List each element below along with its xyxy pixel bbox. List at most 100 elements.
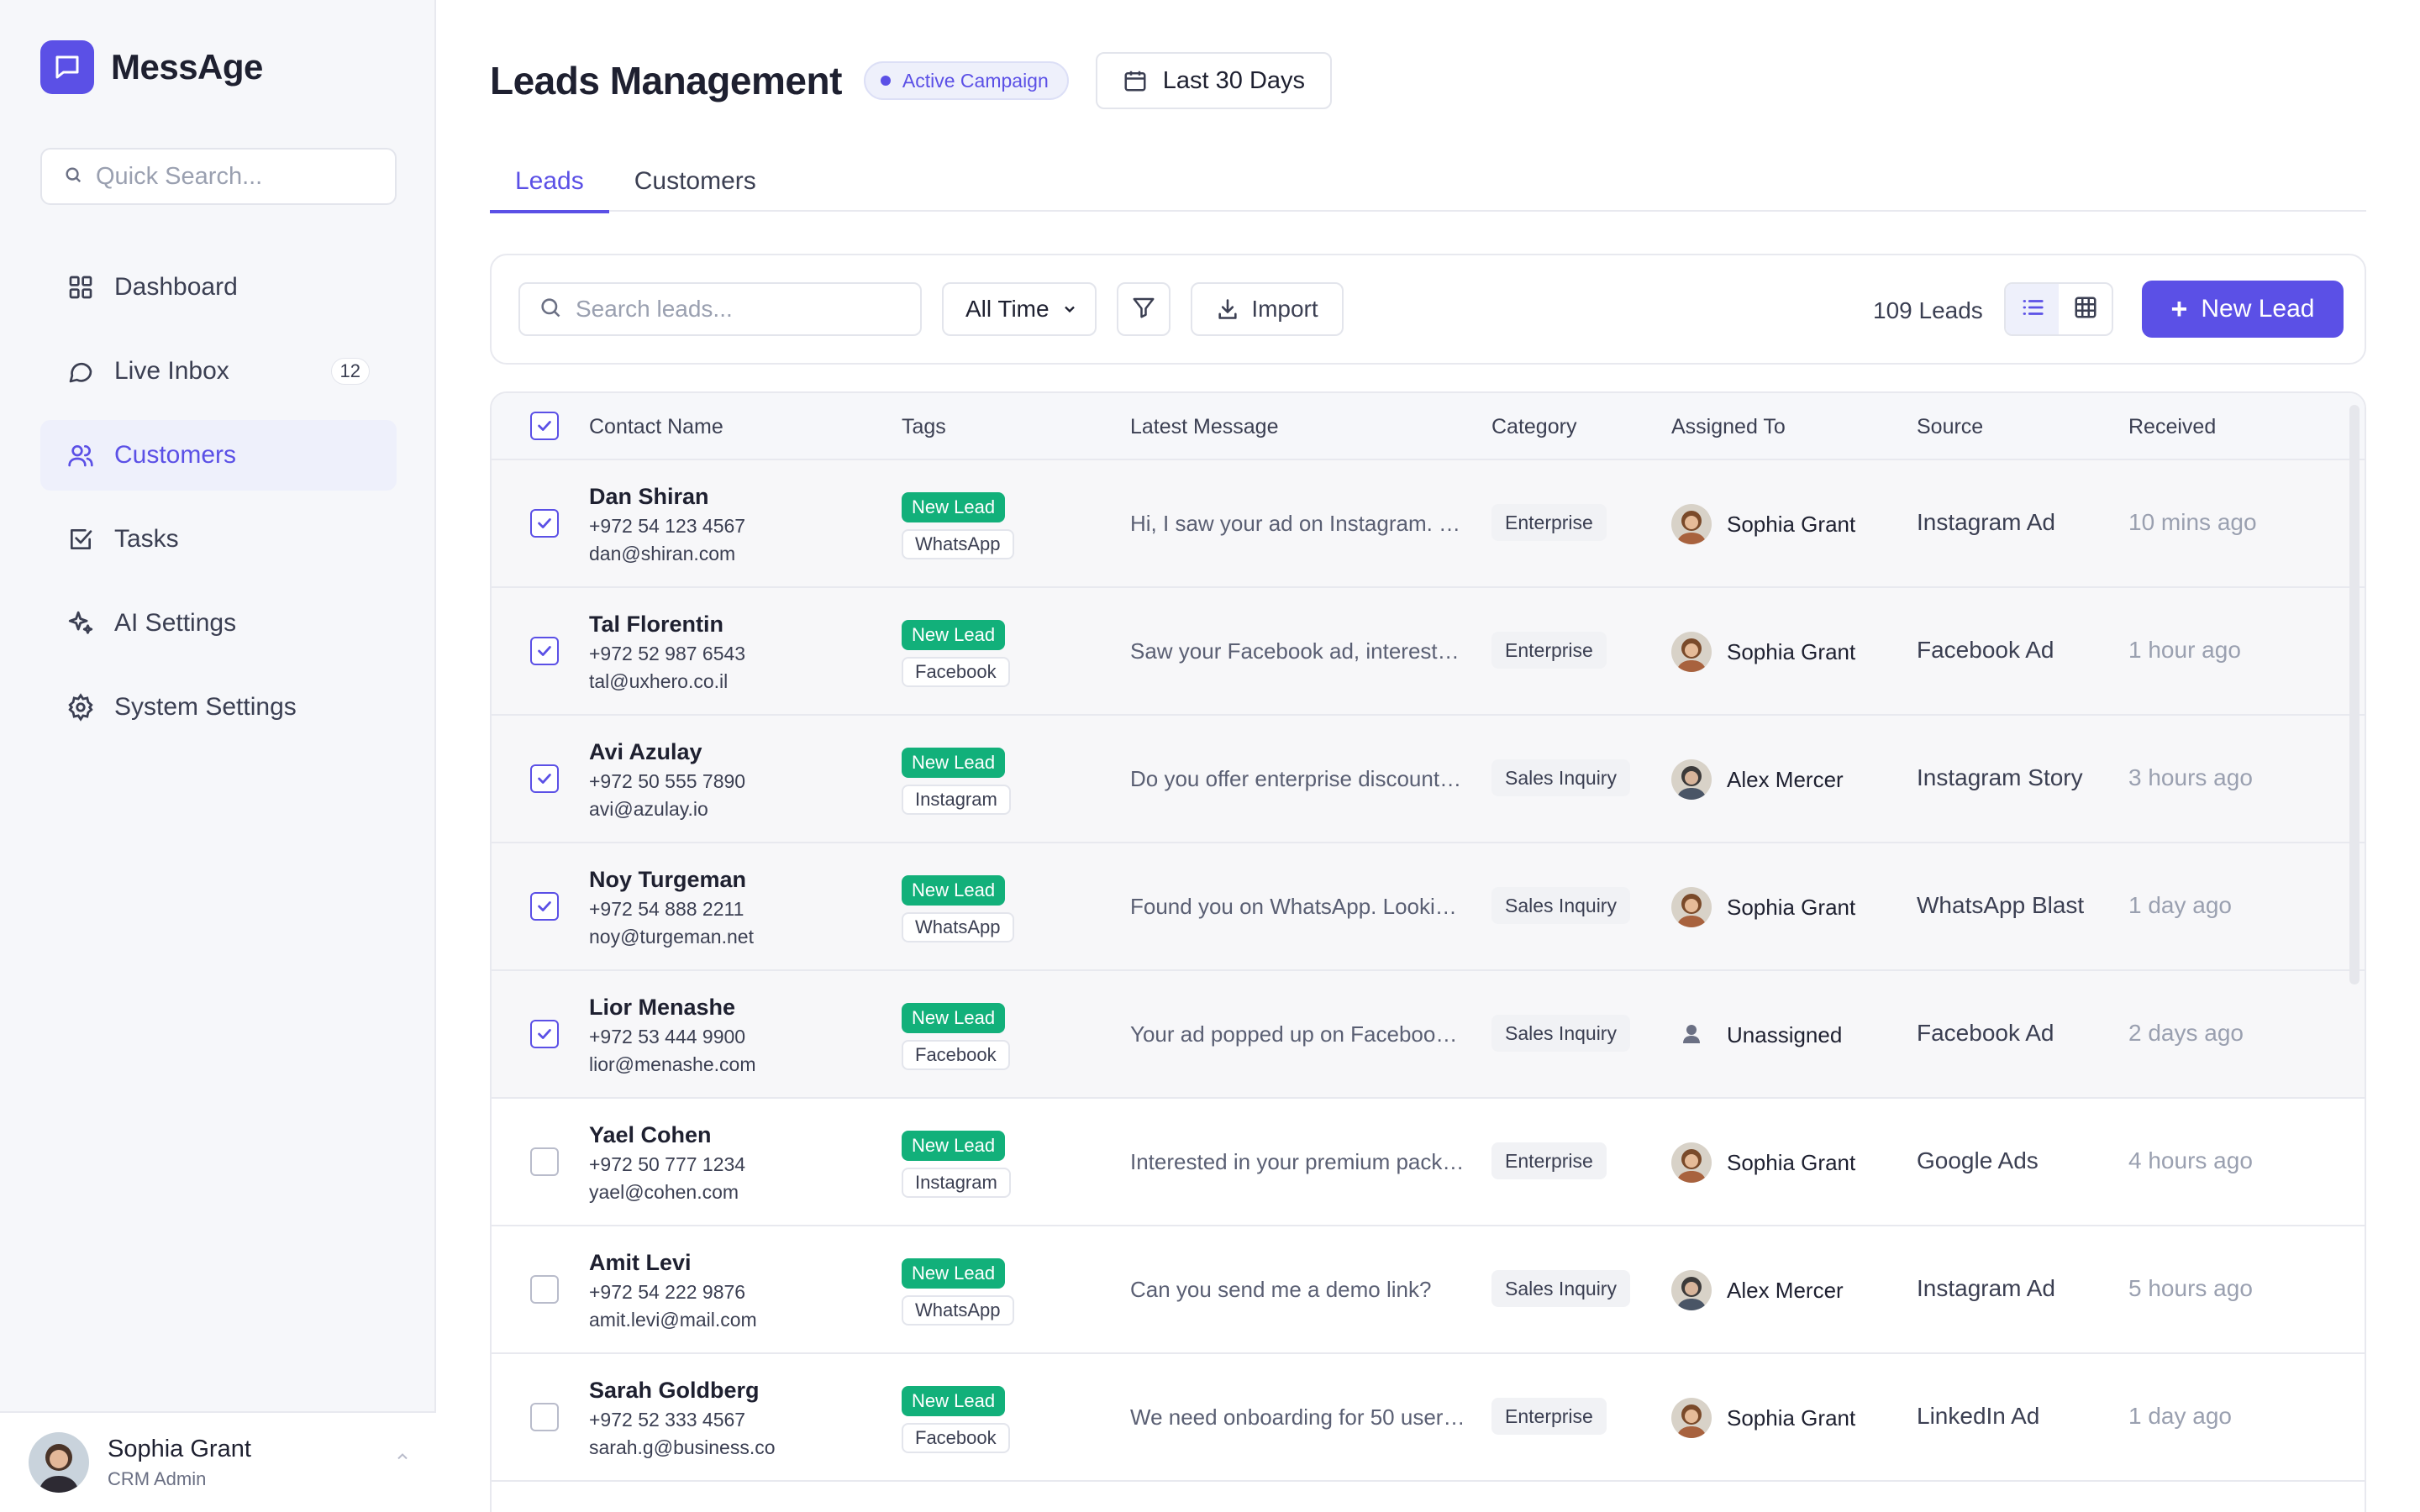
lead-source: WhatsApp Blast bbox=[1917, 892, 2085, 918]
contact-name[interactable]: Noy Turgeman bbox=[589, 867, 754, 893]
select-all-checkbox[interactable] bbox=[530, 412, 559, 440]
sidebar-item-customers[interactable]: Customers bbox=[40, 420, 397, 491]
column-header-tags[interactable]: Tags bbox=[902, 415, 946, 439]
contact-name[interactable]: Avi Azulay bbox=[589, 739, 745, 765]
table-row[interactable]: Amit Levi +972 54 222 9876 amit.levi@mail.… bbox=[492, 1226, 2365, 1354]
assignee-cell[interactable]: Alex Mercer bbox=[1671, 1270, 1844, 1310]
date-range-button[interactable]: Last 30 Days bbox=[1095, 52, 1333, 109]
sidebar-item-tasks[interactable]: Tasks bbox=[40, 504, 397, 575]
assignee-cell[interactable]: Sophia Grant bbox=[1671, 1398, 1855, 1438]
contact-email: dan@shiran.com bbox=[589, 543, 736, 564]
leads-toolbar: All Time Import 109 Leads bbox=[490, 254, 2366, 365]
contact-name[interactable]: Sarah Goldberg bbox=[589, 1378, 776, 1404]
row-checkbox[interactable] bbox=[530, 509, 559, 538]
assignee-cell[interactable]: Sophia Grant bbox=[1671, 632, 1855, 672]
new-lead-tag: New Lead bbox=[902, 875, 1006, 906]
app-logo[interactable]: MessAge bbox=[40, 40, 263, 94]
row-checkbox[interactable] bbox=[530, 1275, 559, 1304]
lead-source: Instagram Story bbox=[1917, 764, 2083, 790]
grid-icon bbox=[66, 272, 96, 302]
lead-source: Facebook Ad bbox=[1917, 637, 2054, 663]
contact-name[interactable]: Yael Cohen bbox=[589, 1122, 745, 1148]
filter-icon bbox=[1131, 295, 1156, 324]
channel-tag: WhatsApp bbox=[902, 912, 1014, 942]
sidebar-item-live-inbox[interactable]: Live Inbox 12 bbox=[40, 336, 397, 407]
tab-customers[interactable]: Customers bbox=[609, 151, 781, 212]
table-row[interactable]: Avi Azulay +972 50 555 7890 avi@azulay.io N… bbox=[492, 716, 2365, 843]
column-header-source[interactable]: Source bbox=[1917, 415, 1983, 439]
lead-search[interactable] bbox=[518, 282, 922, 336]
view-toggle bbox=[2004, 282, 2113, 336]
contact-phone: +972 52 987 6543 bbox=[589, 643, 746, 664]
scrollbar[interactable] bbox=[2349, 405, 2360, 984]
assignee-cell[interactable]: Sophia Grant bbox=[1671, 1142, 1855, 1183]
new-lead-tag: New Lead bbox=[902, 492, 1006, 522]
contact-name[interactable]: Dan Shiran bbox=[589, 484, 745, 510]
row-checkbox[interactable] bbox=[530, 637, 559, 665]
assignee-cell[interactable]: Unassigned bbox=[1671, 1015, 1842, 1055]
tab-leads[interactable]: Leads bbox=[490, 151, 609, 213]
column-header-assigned[interactable]: Assigned To bbox=[1671, 415, 1786, 439]
table-row[interactable]: Sarah Goldberg +972 52 333 4567 sarah.g@bu… bbox=[492, 1354, 2365, 1482]
contact-phone: +972 53 444 9900 bbox=[589, 1026, 746, 1047]
quick-search-input[interactable] bbox=[96, 162, 365, 191]
assignee-name: Sophia Grant bbox=[1727, 511, 1856, 537]
sidebar-item-ai-settings[interactable]: AI Settings bbox=[40, 588, 397, 659]
column-header-message[interactable]: Latest Message bbox=[1130, 415, 1279, 439]
avatar bbox=[29, 1432, 89, 1493]
row-checkbox[interactable] bbox=[530, 892, 559, 921]
table-row[interactable]: Tal Florentin +972 52 987 6543 tal@uxhero.… bbox=[492, 588, 2365, 716]
column-header-contact[interactable]: Contact Name bbox=[589, 415, 723, 439]
lead-source: LinkedIn Ad bbox=[1917, 1403, 2040, 1429]
row-checkbox[interactable] bbox=[530, 764, 559, 793]
received-time: 3 hours ago bbox=[2128, 764, 2253, 790]
time-filter-value: All Time bbox=[965, 296, 1050, 322]
sidebar-item-label: Tasks bbox=[114, 525, 179, 553]
received-time: 10 mins ago bbox=[2128, 509, 2257, 535]
download-icon bbox=[1216, 297, 1239, 321]
contact-email: noy@turgeman.net bbox=[589, 926, 754, 948]
received-time: 1 hour ago bbox=[2128, 637, 2241, 663]
filter-button[interactable] bbox=[1117, 282, 1171, 336]
latest-message: Can you send me a demo link? bbox=[1130, 1277, 1432, 1302]
time-filter-dropdown[interactable]: All Time bbox=[942, 282, 1097, 336]
new-lead-button[interactable]: + New Lead bbox=[2142, 281, 2344, 338]
user-profile-card[interactable]: Sophia Grant CRM Admin bbox=[0, 1411, 436, 1512]
import-button[interactable]: Import bbox=[1191, 282, 1344, 336]
contact-name[interactable]: Tal Florentin bbox=[589, 612, 745, 638]
search-input[interactable] bbox=[576, 296, 895, 323]
table-row[interactable]: Noy Turgeman +972 54 888 2211 noy@turgeman… bbox=[492, 843, 2365, 971]
sidebar-item-system-settings[interactable]: System Settings bbox=[40, 672, 397, 743]
quick-search[interactable] bbox=[40, 148, 397, 205]
row-checkbox[interactable] bbox=[530, 1147, 559, 1176]
latest-message: Hi, I saw your ad on Instagram. Ca... bbox=[1130, 511, 1466, 536]
received-time: 1 day ago bbox=[2128, 1403, 2232, 1429]
assignee-cell[interactable]: Sophia Grant bbox=[1671, 504, 1855, 544]
assignee-cell[interactable]: Sophia Grant bbox=[1671, 887, 1855, 927]
row-checkbox[interactable] bbox=[530, 1403, 559, 1431]
list-view-button[interactable] bbox=[2006, 284, 2059, 334]
page-header: Leads Management Active Campaign Last 30… bbox=[490, 52, 1333, 109]
contact-phone: +972 52 333 4567 bbox=[589, 1409, 746, 1431]
leads-table: Contact Name Tags Latest Message Categor… bbox=[490, 391, 2366, 1512]
column-header-received[interactable]: Received bbox=[2128, 415, 2216, 439]
avatar bbox=[1671, 1398, 1712, 1438]
channel-tag: Facebook bbox=[902, 1040, 1010, 1070]
row-checkbox[interactable] bbox=[530, 1020, 559, 1048]
lead-source: Instagram Ad bbox=[1917, 1275, 2055, 1301]
assignee-cell[interactable]: Alex Mercer bbox=[1671, 759, 1844, 800]
app-name: MessAge bbox=[111, 47, 263, 87]
campaign-status-badge: Active Campaign bbox=[863, 61, 1069, 100]
contact-name[interactable]: Amit Levi bbox=[589, 1250, 757, 1276]
grid-view-button[interactable] bbox=[2059, 284, 2112, 334]
contact-name[interactable]: Lior Menashe bbox=[589, 995, 755, 1021]
lead-source: Instagram Ad bbox=[1917, 509, 2055, 535]
user-name: Sophia Grant bbox=[108, 1435, 251, 1462]
table-row[interactable]: Yael Cohen +972 50 777 1234 yael@cohen.com… bbox=[492, 1099, 2365, 1226]
new-lead-tag: New Lead bbox=[902, 1386, 1006, 1416]
channel-tag: Instagram bbox=[902, 785, 1011, 815]
sidebar-item-dashboard[interactable]: Dashboard bbox=[40, 252, 397, 323]
table-row[interactable]: Lior Menashe +972 53 444 9900 lior@menashe… bbox=[492, 971, 2365, 1099]
column-header-category[interactable]: Category bbox=[1491, 415, 1576, 439]
table-row[interactable]: Dan Shiran +972 54 123 4567 dan@shiran.com… bbox=[492, 460, 2365, 588]
